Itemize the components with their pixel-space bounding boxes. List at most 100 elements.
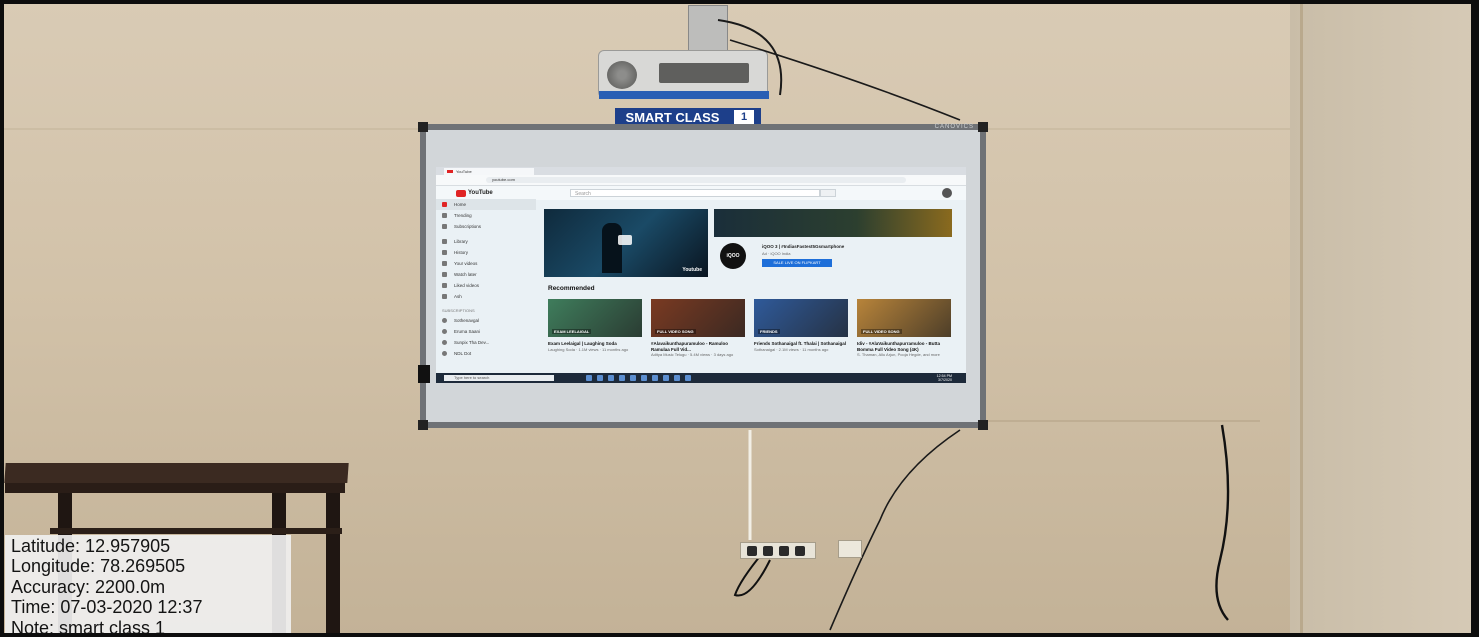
video-card[interactable]: FULL VIDEO SONG #Alavaikunthapuramuloo - … — [651, 299, 745, 357]
board-corner — [978, 420, 988, 430]
subscription-item[interactable]: Sunpix Tha Dev... — [436, 337, 536, 348]
windows-taskbar: Type here to search 12:54 PM 3/7/2020 — [436, 373, 966, 383]
sidebar-item-icon — [442, 213, 447, 218]
sidebar-item-label: History — [454, 250, 469, 255]
ad-cta-button[interactable]: SALE LIVE ON FLIPKART — [762, 259, 832, 267]
sign-text: SMART CLASS — [625, 109, 720, 125]
video-meta: Sothanaigal · 2.1M views · 11 months ago — [754, 346, 829, 352]
video-thumbnail[interactable]: FRIENDS — [754, 299, 848, 337]
thumbnail-label: FRIENDS — [758, 329, 780, 334]
tab-title: YouTube — [456, 169, 472, 174]
sidebar-item-your-videos[interactable]: Your videos — [436, 258, 536, 269]
sidebar-item-library[interactable]: Library — [436, 236, 536, 247]
sidebar-item-icon — [442, 294, 447, 299]
socket-icon — [763, 545, 773, 556]
sidebar-item-subscriptions[interactable]: Subscriptions — [436, 221, 536, 232]
classroom-photo: SMART CLASS 1 CANOVICS YouTube youtube.c… — [0, 0, 1479, 637]
subscription-label: Sunpix Tha Dev... — [454, 340, 490, 345]
taskbar-app-icon[interactable] — [630, 375, 636, 381]
subscription-label: NDL Dot — [454, 351, 472, 356]
taskbar-app-icon[interactable] — [597, 375, 603, 381]
sidebar-item-history[interactable]: History — [436, 247, 536, 258]
ad-subtitle: Ad · iQOO India — [762, 251, 791, 256]
video-thumbnail[interactable]: FULL VIDEO SONG — [651, 299, 745, 337]
sidebar-item-home[interactable]: Home — [436, 199, 536, 210]
channel-avatar-icon — [442, 329, 447, 334]
play-button-icon — [618, 235, 632, 245]
note-text: Note: smart class 1 — [11, 617, 166, 637]
accuracy-text: Accuracy: 2200.0m — [11, 576, 166, 597]
sidebar-item-icon — [442, 239, 447, 244]
taskbar-app-icon[interactable] — [685, 375, 691, 381]
subscription-item[interactable]: NDL Dot — [436, 348, 536, 359]
video-card[interactable]: FULL VIDEO SONG Idiv - #AlaVaikunthapurra… — [857, 299, 951, 357]
sidebar-item-icon — [442, 250, 447, 255]
video-title[interactable]: #Alavaikunthapuramuloo - Ramuloo Ramulaa… — [651, 341, 745, 352]
youtube-favicon-icon — [447, 170, 453, 173]
board-brand: CANOVICS — [934, 124, 974, 130]
youtube-sidebar: Home Trending Subscriptions Library History Y… — [436, 199, 536, 369]
video-card[interactable]: EXAM LEELAIGAL Exam Leelaigal | Laughing … — [548, 299, 642, 352]
channel-avatar-icon — [442, 340, 447, 345]
thumbnail-label: FULL VIDEO SONG — [861, 329, 902, 334]
taskbar-app-icon[interactable] — [652, 375, 658, 381]
socket-icon — [779, 545, 789, 556]
taskbar-app-icon[interactable] — [641, 375, 647, 381]
search-input[interactable]: Search — [570, 189, 820, 197]
socket-icon — [747, 545, 757, 556]
latitude-text: Latitude: 12.957905 — [11, 536, 171, 556]
sidebar-item-icon — [442, 202, 447, 207]
taskbar-search[interactable]: Type here to search — [444, 375, 554, 381]
table-top — [4, 463, 349, 483]
video-meta: Laughing Soda · 1.1M views · 11 months a… — [548, 346, 629, 352]
youtube-logo[interactable]: YouTube — [456, 189, 493, 197]
subscription-item[interactable]: Sothenavgal — [436, 315, 536, 326]
sidebar-item-trending[interactable]: Trending — [436, 210, 536, 221]
sidebar-item-watch-later[interactable]: Watch later — [436, 269, 536, 280]
longitude-text: Longitude: 78.269505 — [11, 556, 186, 577]
sidebar-item-label: Library — [454, 239, 468, 244]
sidebar-item-icon — [442, 224, 447, 229]
thumbnail-label: EXAM LEELAIGAL — [552, 329, 592, 334]
video-meta: S. Thaman, Allu Arjun, Pooja Hegde, and … — [857, 352, 940, 357]
switch-box — [838, 540, 862, 558]
sidebar-item-ash[interactable]: Ash — [436, 291, 536, 302]
video-thumbnail[interactable]: EXAM LEELAIGAL — [548, 299, 642, 337]
search-button[interactable] — [820, 189, 836, 197]
taskbar-app-icon[interactable] — [586, 375, 592, 381]
sign-number: 1 — [734, 110, 754, 124]
youtube-play-icon — [456, 189, 466, 197]
video-card[interactable]: FRIENDS Friends Sothanaigal ft. Thalai | … — [754, 299, 848, 352]
video-title[interactable]: Friends Sothanaigal ft. Thalai | Sothana… — [754, 341, 848, 347]
video-title[interactable]: Idiv - #AlaVaikunthapurramuloo - Butta B… — [857, 341, 951, 352]
recommended-heading: Recommended — [548, 285, 595, 292]
channel-avatar-icon — [442, 351, 447, 356]
power-socket — [740, 542, 816, 559]
taskbar-app-icon[interactable] — [619, 375, 625, 381]
ad-banner[interactable] — [714, 209, 952, 237]
taskbar-clock: 12:54 PM 3/7/2020 — [937, 374, 952, 382]
sidebar-item-liked-videos[interactable]: Liked videos — [436, 280, 536, 291]
video-meta: Aditya Music Telugu · 5.4M views · 3 day… — [651, 352, 734, 357]
browser-tab[interactable]: YouTube — [444, 168, 534, 175]
board-corner — [418, 122, 428, 132]
clock-date: 3/7/2020 — [938, 378, 952, 382]
sidebar-item-label: Liked videos — [454, 283, 480, 288]
channel-avatar-icon — [442, 318, 447, 323]
projected-screen: YouTube youtube.com YouTube Search Home T… — [436, 167, 966, 383]
video-thumbnail[interactable]: FULL VIDEO SONG — [857, 299, 951, 337]
avatar[interactable] — [942, 188, 952, 198]
subscription-item[interactable]: Eruma Saani — [436, 326, 536, 337]
taskbar-app-icon[interactable] — [674, 375, 680, 381]
table-leg — [326, 493, 340, 637]
gps-overlay: Latitude: 12.957905 Longitude: 78.269505… — [5, 535, 291, 637]
sidebar-item-label: Watch later — [454, 272, 477, 277]
youtube-watermark: Youtube — [682, 267, 702, 273]
url-field[interactable]: youtube.com — [486, 177, 906, 183]
featured-video[interactable]: Youtube — [544, 209, 708, 277]
taskbar-app-icon[interactable] — [608, 375, 614, 381]
sidebar-item-label: Home — [454, 202, 467, 207]
sidebar-item-label: Ash — [454, 294, 462, 299]
taskbar-app-icon[interactable] — [663, 375, 669, 381]
taskbar-icons — [586, 375, 691, 381]
